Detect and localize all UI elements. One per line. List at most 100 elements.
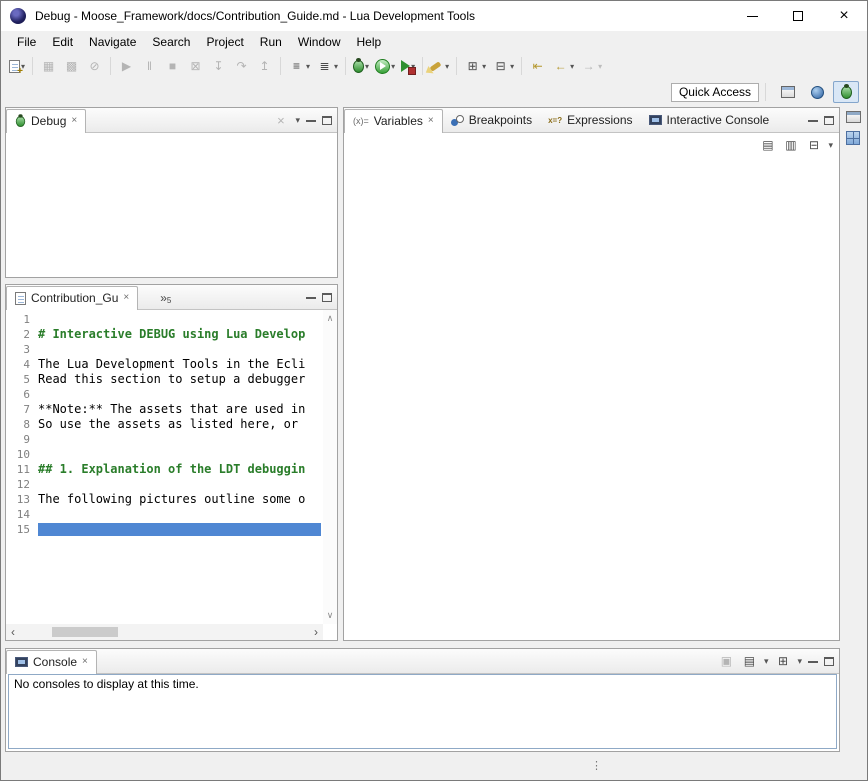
- restore-view-icon[interactable]: [846, 111, 861, 123]
- search-button[interactable]: ▾: [428, 55, 451, 77]
- minimize-view-icon[interactable]: [306, 118, 316, 122]
- profile-button[interactable]: ≡ ▾: [286, 55, 312, 77]
- resume-button[interactable]: ▶: [116, 55, 137, 77]
- close-icon[interactable]: ×: [428, 116, 434, 126]
- run-button[interactable]: ▾: [373, 55, 397, 77]
- minimize-button[interactable]: [729, 1, 775, 31]
- remove-terminated-icon[interactable]: ×: [272, 112, 289, 129]
- variables-tree-area[interactable]: [344, 157, 839, 640]
- editor-line[interactable]: 10: [6, 447, 323, 462]
- editor-line[interactable]: 3: [6, 342, 323, 357]
- step-into-button[interactable]: ↧: [208, 55, 229, 77]
- chevron-down-icon[interactable]: ▾: [764, 656, 769, 667]
- scroll-down-icon[interactable]: ∨: [327, 610, 334, 621]
- editor-line[interactable]: 9: [6, 432, 323, 447]
- menu-file[interactable]: File: [9, 32, 44, 52]
- editor-line[interactable]: 8So use the assets as listed here, or: [6, 417, 323, 432]
- editor-line[interactable]: 4The Lua Development Tools in the Ecli: [6, 357, 323, 372]
- chevron-down-icon[interactable]: ▾: [334, 62, 338, 71]
- chevron-down-icon[interactable]: ▾: [598, 62, 602, 71]
- menu-navigate[interactable]: Navigate: [81, 32, 144, 52]
- tab-variables[interactable]: (x)= Variables ×: [344, 109, 443, 133]
- show-type-names-icon[interactable]: ▤: [759, 137, 776, 154]
- save-button[interactable]: ▦: [38, 55, 59, 77]
- tab-debug[interactable]: Debug ×: [6, 109, 86, 133]
- suspend-button[interactable]: ‖: [139, 55, 160, 77]
- editor-line[interactable]: 11## 1. Explanation of the LDT debuggin: [6, 462, 323, 477]
- last-edit-location-button[interactable]: ⇤: [527, 55, 548, 77]
- chevron-down-icon[interactable]: ▾: [510, 62, 514, 71]
- terminate-button[interactable]: ■: [162, 55, 183, 77]
- maximize-view-icon[interactable]: [824, 657, 834, 666]
- sash-handle[interactable]: ⋮: [591, 759, 602, 772]
- chevron-down-icon[interactable]: ▾: [306, 62, 310, 71]
- maximize-view-icon[interactable]: [322, 116, 332, 125]
- debug-tree-area[interactable]: [6, 133, 337, 277]
- chevron-down-icon[interactable]: ▾: [482, 62, 486, 71]
- pin-console-icon[interactable]: ▣: [718, 653, 735, 670]
- debug-perspective-button[interactable]: [833, 81, 859, 103]
- maximize-button[interactable]: [775, 1, 821, 31]
- close-button[interactable]: ×: [821, 1, 867, 31]
- editor-line[interactable]: 13The following pictures outline some o: [6, 492, 323, 507]
- show-logical-structure-icon[interactable]: ▥: [782, 137, 799, 154]
- tab-interactive-console[interactable]: Interactive Console: [641, 108, 778, 132]
- view-menu-icon[interactable]: ▾: [295, 115, 300, 126]
- menu-search[interactable]: Search: [144, 32, 198, 52]
- menu-project[interactable]: Project: [198, 32, 251, 52]
- chevron-down-icon[interactable]: ▾: [445, 62, 449, 71]
- scrollbar-thumb[interactable]: [52, 627, 118, 637]
- editor-line[interactable]: 12: [6, 477, 323, 492]
- quick-access-field[interactable]: Quick Access: [671, 83, 759, 102]
- save-all-button[interactable]: ▩: [61, 55, 82, 77]
- disconnect-button[interactable]: ⊠: [185, 55, 206, 77]
- close-icon[interactable]: ×: [71, 116, 77, 126]
- editor-body[interactable]: 1 2# Interactive DEBUG using Lua Develop…: [6, 310, 337, 640]
- tab-console[interactable]: Console ×: [6, 650, 97, 674]
- collapse-all-icon[interactable]: ⊟: [805, 137, 822, 154]
- tab-breakpoints[interactable]: Breakpoints: [443, 108, 540, 132]
- maximize-view-icon[interactable]: [322, 293, 332, 302]
- coverage-button[interactable]: ≣ ▾: [314, 55, 340, 77]
- new-wizard-button[interactable]: ⊞ ▾: [462, 55, 488, 77]
- scroll-up-icon[interactable]: ∧: [327, 313, 334, 324]
- menu-help[interactable]: Help: [349, 32, 390, 52]
- view-menu-icon[interactable]: ▾: [828, 140, 833, 151]
- scroll-right-icon[interactable]: ›: [314, 625, 318, 639]
- back-button[interactable]: ← ▾: [550, 55, 576, 77]
- editor-area-icon[interactable]: [846, 131, 860, 145]
- display-console-icon[interactable]: ▤: [741, 653, 758, 670]
- chevron-down-icon[interactable]: ▾: [391, 62, 395, 71]
- close-icon[interactable]: ×: [123, 293, 129, 303]
- debug-button[interactable]: ▾: [351, 55, 371, 77]
- new-button[interactable]: ▾: [7, 55, 27, 77]
- minimize-view-icon[interactable]: [808, 118, 818, 122]
- horizontal-scrollbar[interactable]: ‹ ›: [6, 624, 323, 640]
- maximize-view-icon[interactable]: [824, 116, 834, 125]
- step-return-button[interactable]: ↥: [254, 55, 275, 77]
- skip-breakpoints-button[interactable]: ⊘: [84, 55, 105, 77]
- menu-edit[interactable]: Edit: [44, 32, 81, 52]
- tab-contribution-guide[interactable]: Contribution_Gu ×: [6, 286, 138, 310]
- editor-tab-overflow-button[interactable]: » 5: [160, 291, 171, 309]
- minimize-view-icon[interactable]: [306, 295, 316, 299]
- editor-line[interactable]: 2# Interactive DEBUG using Lua Develop: [6, 327, 323, 342]
- chevron-down-icon[interactable]: ▾: [797, 656, 802, 667]
- vertical-scrollbar[interactable]: ∧ ∨: [323, 310, 337, 624]
- editor-line[interactable]: 6: [6, 387, 323, 402]
- close-icon[interactable]: ×: [82, 657, 88, 667]
- external-tools-button[interactable]: ▾: [399, 55, 417, 77]
- editor-line[interactable]: 5Read this section to setup a debugger: [6, 372, 323, 387]
- open-element-button[interactable]: ⊟ ▾: [490, 55, 516, 77]
- minimize-view-icon[interactable]: [808, 659, 818, 663]
- console-output-area[interactable]: No consoles to display at this time.: [8, 674, 837, 749]
- editor-line[interactable]: 1: [6, 312, 323, 327]
- forward-button[interactable]: → ▾: [578, 55, 604, 77]
- editor-line[interactable]: 15: [6, 522, 323, 537]
- open-perspective-button[interactable]: [775, 81, 801, 103]
- editor-line[interactable]: 7**Note:** The assets that are used in: [6, 402, 323, 417]
- menu-window[interactable]: Window: [290, 32, 349, 52]
- open-console-icon[interactable]: ⊞: [774, 653, 791, 670]
- ldt-perspective-button[interactable]: [804, 81, 830, 103]
- chevron-down-icon[interactable]: ▾: [570, 62, 574, 71]
